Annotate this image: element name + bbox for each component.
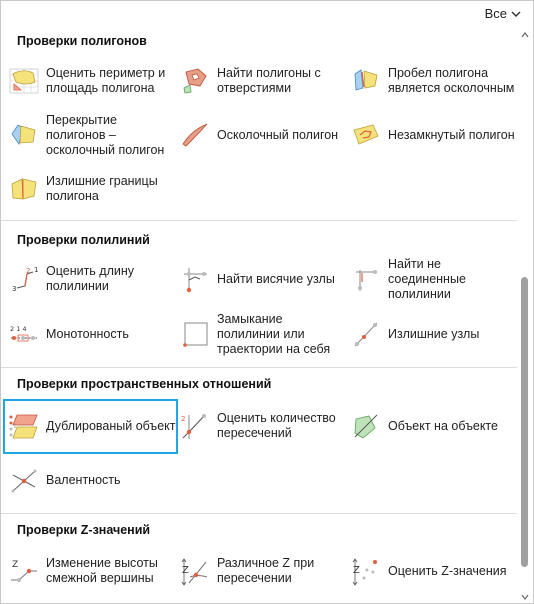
checks-panel: Все Проверки полигонов Оценить периметр …	[0, 0, 534, 604]
different-z-intersection-icon: Z	[179, 555, 211, 587]
check-adjacent-vertex-height[interactable]: Z Изменение высоты смежной вершины	[8, 547, 158, 595]
section-title-polylines: Проверки полилиний	[17, 233, 150, 247]
checks-list: Проверки полигонов Оценить периметр и пл…	[1, 29, 517, 604]
monotonicity-icon: 2 1 4	[8, 318, 40, 350]
check-label: Найти не соединенные полилинии	[388, 256, 466, 301]
vertical-scrollbar[interactable]	[518, 29, 532, 604]
check-unconnected-polylines[interactable]: Найти не соединенные полилинии	[350, 255, 517, 303]
self-closure-icon	[179, 318, 211, 350]
evaluate-z-icon: Z	[350, 555, 382, 587]
filter-dropdown[interactable]: Все	[485, 6, 521, 21]
svg-text:3: 3	[12, 285, 16, 293]
unconnected-polylines-icon	[350, 263, 382, 295]
check-label: Перекрытие полигонов – осколочный полиго…	[46, 112, 165, 157]
check-object-on-object[interactable]: Объект на объекте	[350, 402, 498, 450]
section-title-z-values: Проверки Z-значений	[17, 523, 151, 537]
check-label: Различное Z при пересечении	[217, 556, 315, 585]
svg-text:1: 1	[34, 266, 38, 274]
check-label: Валентность	[46, 472, 121, 487]
check-polygon-perimeter-area[interactable]: Оценить периметр и площадь полигона	[8, 57, 165, 105]
valence-icon	[8, 464, 40, 496]
check-label: Оценить Z-значения	[388, 563, 507, 578]
check-polygon-overlap-sliver[interactable]: Перекрытие полигонов – осколочный полиго…	[8, 111, 164, 159]
check-label: Излишние узлы	[388, 326, 480, 341]
chevron-down-icon	[511, 11, 521, 17]
check-sliver-polygon[interactable]: Осколочный полигон	[179, 111, 338, 159]
check-intersection-count[interactable]: 2 Оценить количество пересечений	[179, 402, 336, 450]
check-polygon-gap-sliver[interactable]: Пробел полигона является осколочным	[350, 57, 514, 105]
check-polygon-holes[interactable]: Найти полигоны с отверстиями	[179, 57, 321, 105]
redundant-nodes-icon	[350, 318, 382, 350]
redundant-boundary-icon	[8, 173, 40, 205]
check-label: Оценить периметр и площадь полигона	[46, 66, 166, 95]
dangling-nodes-icon	[179, 263, 211, 295]
polygon-gap-sliver-icon	[350, 65, 382, 97]
adjacent-vertex-height-icon: Z	[8, 555, 40, 587]
section-title-spatial: Проверки пространственных отношений	[17, 377, 272, 391]
panel-toolbar: Все	[1, 1, 533, 29]
section-title-polygons: Проверки полигонов	[17, 34, 147, 48]
check-label: Замыкание полилинии или траектории на се…	[217, 311, 331, 356]
intersection-count-icon: 2	[179, 410, 211, 442]
section-divider	[1, 513, 517, 514]
check-evaluate-z[interactable]: Z Оценить Z-значения	[350, 547, 507, 595]
check-label: Монотонность	[46, 326, 129, 341]
check-label: Излишние границы полигона	[46, 174, 158, 203]
svg-text:Z: Z	[12, 560, 18, 570]
section-divider	[1, 367, 517, 368]
polyline-length-icon: 312	[8, 263, 40, 295]
section-divider	[1, 220, 517, 221]
check-label: Найти висячие узлы	[217, 271, 335, 286]
check-different-z-intersection[interactable]: Z Различное Z при пересечении	[179, 547, 314, 595]
check-label: Объект на объекте	[388, 418, 498, 433]
svg-text:Z: Z	[353, 565, 360, 576]
svg-text:2: 2	[181, 415, 185, 423]
check-monotonicity[interactable]: 2 1 4 Монотонность	[8, 310, 129, 358]
sliver-polygon-icon	[179, 119, 211, 151]
check-duplicate-object[interactable]: Дублированый объект	[8, 402, 176, 450]
check-label: Пробел полигона является осколочным	[388, 66, 515, 95]
polygon-perimeter-area-icon	[8, 65, 40, 97]
check-label: Незамкнутый полигон	[388, 127, 515, 142]
scrollbar-thumb[interactable]	[521, 277, 528, 567]
check-self-closure[interactable]: Замыкание полилинии или траектории на се…	[179, 310, 330, 358]
check-polyline-length[interactable]: 312 Оценить длину полилинии	[8, 255, 134, 303]
check-valence[interactable]: Валентность	[8, 456, 121, 504]
check-label: Дублированый объект	[46, 418, 176, 433]
check-dangling-nodes[interactable]: Найти висячие узлы	[179, 255, 335, 303]
filter-label: Все	[484, 6, 507, 21]
check-unclosed-polygon[interactable]: Незамкнутый полигон	[350, 111, 515, 159]
check-label: Найти полигоны с отверстиями	[217, 66, 321, 95]
check-label: Оценить длину полилинии	[46, 264, 135, 293]
check-label: Оценить количество пересечений	[217, 411, 336, 440]
check-label: Изменение высоты смежной вершины	[46, 556, 158, 585]
check-redundant-nodes[interactable]: Излишние узлы	[350, 310, 479, 358]
check-redundant-boundary[interactable]: Излишние границы полигона	[8, 165, 158, 213]
scroll-up-arrow-icon[interactable]	[521, 31, 529, 39]
svg-text:Z: Z	[182, 565, 189, 576]
scroll-down-arrow-icon[interactable]	[521, 593, 529, 601]
object-on-object-icon	[350, 410, 382, 442]
check-label: Осколочный полигон	[217, 127, 339, 142]
polygon-holes-icon	[179, 65, 211, 97]
polygon-overlap-sliver-icon	[8, 119, 40, 151]
svg-text:2 1 4: 2 1 4	[10, 325, 27, 333]
unclosed-polygon-icon	[350, 119, 382, 151]
duplicate-object-icon	[8, 410, 40, 442]
